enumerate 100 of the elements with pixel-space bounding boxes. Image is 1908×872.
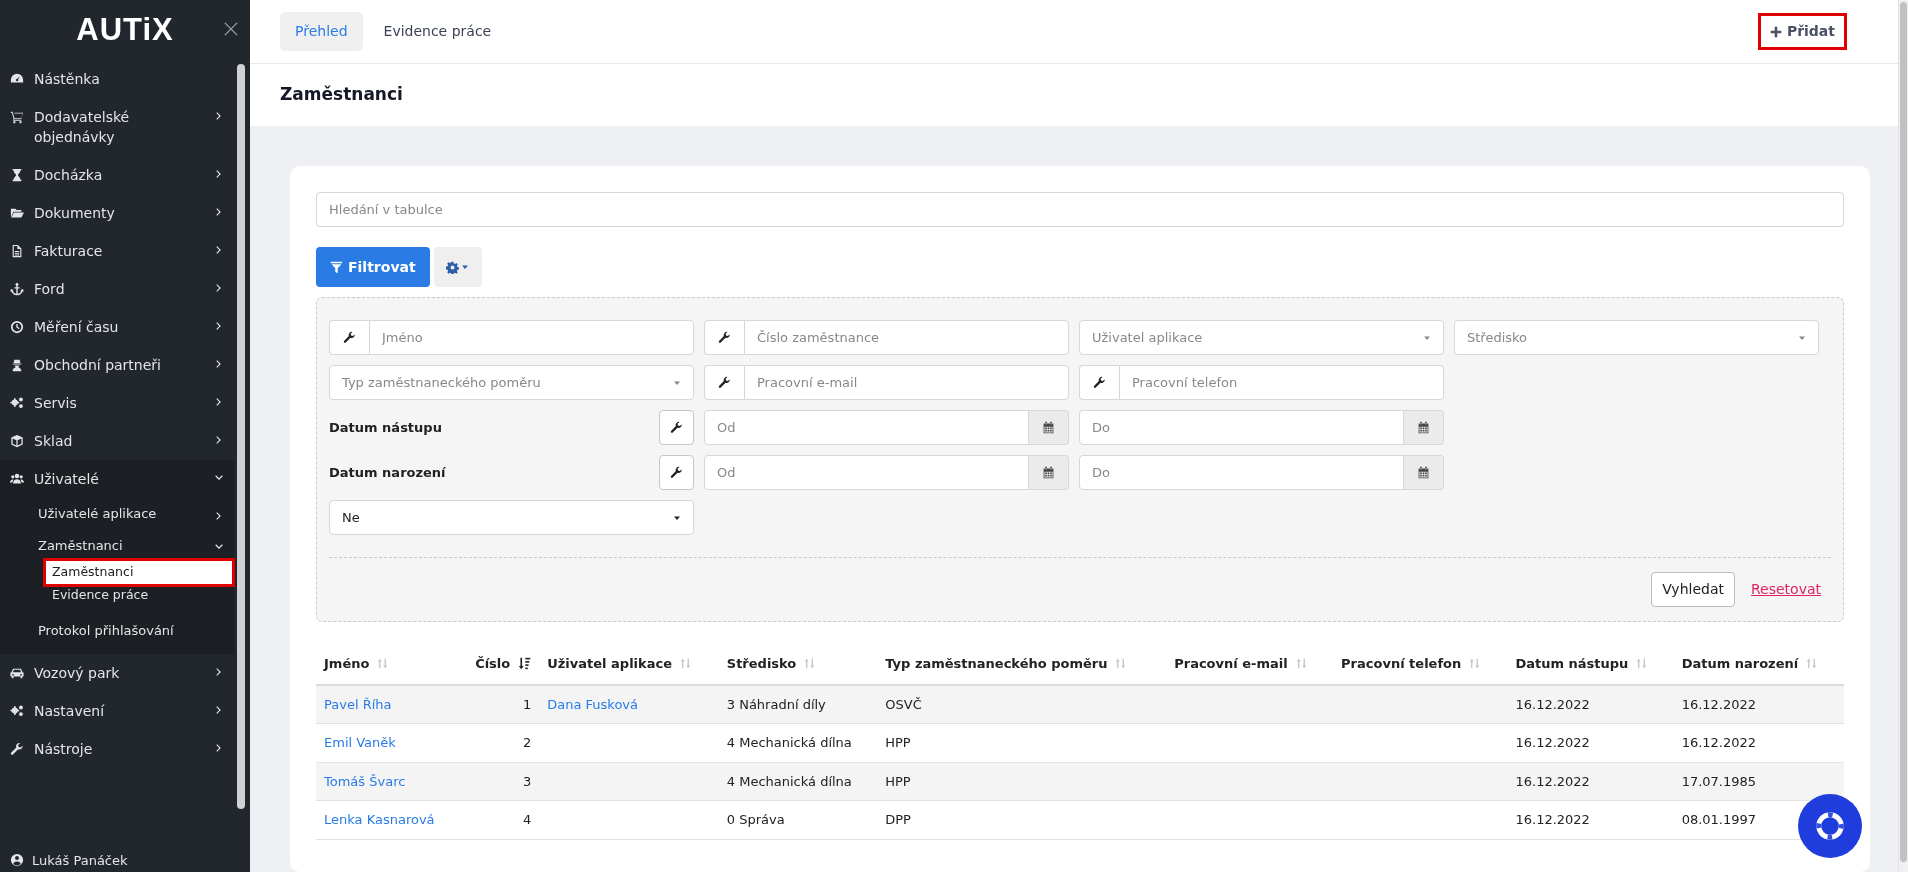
tab[interactable]: Evidence práce	[368, 12, 507, 51]
search-field[interactable]: Hledání v tabulce	[316, 192, 1844, 227]
column-header[interactable]: Uživatel aplikace	[547, 654, 692, 674]
table-cell: HPP	[885, 735, 911, 750]
search-button[interactable]: Vyhledat	[1651, 572, 1735, 607]
input-field[interactable]: Pracovní telefon	[1119, 365, 1444, 400]
column-header[interactable]: Pracovní e-mail	[1174, 654, 1307, 674]
wrench-addon[interactable]	[704, 365, 744, 400]
sidebar-item[interactable]: Docházka	[0, 156, 234, 194]
date-field[interactable]: Od	[704, 410, 1029, 445]
calendar-button[interactable]	[1029, 455, 1069, 490]
sidebar-item[interactable]: Fakturace	[0, 232, 234, 270]
calendar-button[interactable]	[1404, 455, 1444, 490]
settings-button[interactable]	[433, 247, 482, 287]
wrench-icon	[10, 742, 24, 756]
sidebar-item[interactable]: Obchodní partneři	[0, 346, 234, 384]
cart-icon	[10, 110, 24, 124]
sidebar-subitem[interactable]: Zaměstnanci	[46, 561, 232, 584]
wrench-addon[interactable]	[1079, 365, 1119, 400]
wrench-addon[interactable]	[704, 320, 744, 355]
table-cell: 4 Mechanická dílna	[726, 773, 852, 789]
column-header[interactable]: Typ zaměstnaneckého poměru	[885, 654, 1127, 674]
sort-icon	[1636, 658, 1648, 670]
calendar-button[interactable]	[1029, 410, 1069, 445]
wrench-icon	[718, 331, 731, 344]
sidebar-item[interactable]: Nástroje	[0, 730, 234, 768]
sidebar-item[interactable]: Vozový park	[0, 654, 234, 692]
sort-descending-icon	[518, 657, 532, 671]
scrollbar[interactable]	[237, 64, 245, 809]
date-field[interactable]: Od	[704, 455, 1029, 490]
table-cell: 16.12.2022	[1515, 696, 1590, 712]
table-cell: OSVČ	[885, 696, 922, 712]
input-field[interactable]: Jméno	[369, 320, 694, 355]
reset-link[interactable]: Resetovat	[1750, 579, 1821, 600]
select-field[interactable]: Uživatel aplikace	[1079, 320, 1444, 355]
select-field[interactable]: Ne	[329, 500, 694, 535]
sidebar-item[interactable]: Uživatelé	[0, 460, 234, 498]
table-cell: DPP	[885, 812, 911, 827]
hourglass-icon	[10, 168, 24, 182]
sidebar-item[interactable]: Nástěnka	[0, 60, 234, 98]
sidebar-item[interactable]: Dodavatelské objednávky	[0, 98, 234, 156]
filter-button[interactable]: Filtrovat	[316, 247, 430, 287]
table-cell: 08.01.1997	[1681, 812, 1757, 827]
column-header[interactable]: Číslo	[475, 654, 532, 674]
employee-link[interactable]: Emil Vaněk	[324, 735, 396, 750]
anchor-icon	[10, 282, 24, 296]
sidebar-item[interactable]: Servis	[0, 384, 234, 422]
column-header[interactable]: Jméno	[324, 654, 389, 674]
sort-icon	[1469, 658, 1481, 670]
wrench-button[interactable]	[659, 455, 694, 490]
clock-icon	[10, 320, 24, 334]
calendar-icon	[1417, 466, 1430, 479]
gauge-icon	[10, 72, 24, 86]
tab[interactable]: Přehled	[280, 12, 363, 51]
sort-icon	[1115, 658, 1127, 670]
date-field[interactable]: Do	[1079, 455, 1404, 490]
gears-icon	[10, 396, 24, 410]
sort-icon	[680, 658, 692, 670]
sidebar-subitem[interactable]: Evidence práce	[46, 583, 232, 607]
wrench-button[interactable]	[659, 410, 694, 445]
close-icon[interactable]	[224, 22, 238, 36]
calendar-button[interactable]	[1404, 410, 1444, 445]
sidebar-item[interactable]: Nastavení	[0, 692, 234, 730]
sidebar-subitem[interactable]: Protokol přihlašování	[0, 606, 234, 646]
column-header[interactable]: Datum narození	[1681, 654, 1818, 674]
input-field[interactable]: Číslo zaměstnance	[744, 320, 1069, 355]
sidebar-subitem[interactable]: Zaměstnanci	[0, 529, 234, 561]
table-cell: 4	[522, 812, 532, 827]
scrollbar[interactable]	[1898, 0, 1908, 872]
sidebar-item[interactable]: Měření času	[0, 308, 234, 346]
table-cell: 4 Mechanická dílna	[726, 735, 852, 750]
sidebar-subitem[interactable]: Uživatelé aplikace	[0, 498, 234, 530]
column-header[interactable]: Pracovní telefon	[1341, 654, 1481, 674]
input-field[interactable]: Pracovní e-mail	[744, 365, 1069, 400]
column-header[interactable]: Datum nástupu	[1515, 654, 1648, 674]
sidebar-item[interactable]: Sklad	[0, 422, 234, 460]
select-field[interactable]: Typ zaměstnaneckého poměru	[329, 365, 694, 400]
sidebar-item[interactable]: Ford	[0, 270, 234, 308]
folder-icon	[10, 206, 24, 220]
sort-icon	[1806, 658, 1818, 670]
column-header[interactable]: Středisko	[726, 654, 816, 674]
table-cell: 16.12.2022	[1681, 735, 1757, 750]
table-cell: 17.07.1985	[1681, 773, 1757, 789]
calendar-icon	[1417, 421, 1430, 434]
box-icon	[10, 434, 24, 448]
select-field[interactable]: Středisko	[1454, 320, 1819, 355]
table-cell: 16.12.2022	[1681, 696, 1757, 712]
add-button[interactable]: Přidat	[1760, 16, 1844, 47]
date-field[interactable]: Do	[1079, 410, 1404, 445]
wrench-icon	[343, 331, 356, 344]
table-cell: 16.12.2022	[1515, 773, 1590, 789]
plus-icon	[1769, 25, 1782, 38]
employee-link[interactable]: Lenka Kasnarová	[324, 812, 435, 827]
wrench-addon[interactable]	[329, 320, 369, 355]
user-name[interactable]: Lukáš Panáček	[32, 850, 128, 870]
field-label: Datum nástupu	[329, 418, 442, 437]
caret-icon	[461, 263, 470, 271]
sidebar-item[interactable]: Dokumenty	[0, 194, 234, 232]
employee-link[interactable]: Pavel Říha	[324, 696, 392, 712]
field-label: Datum narození	[329, 463, 446, 482]
